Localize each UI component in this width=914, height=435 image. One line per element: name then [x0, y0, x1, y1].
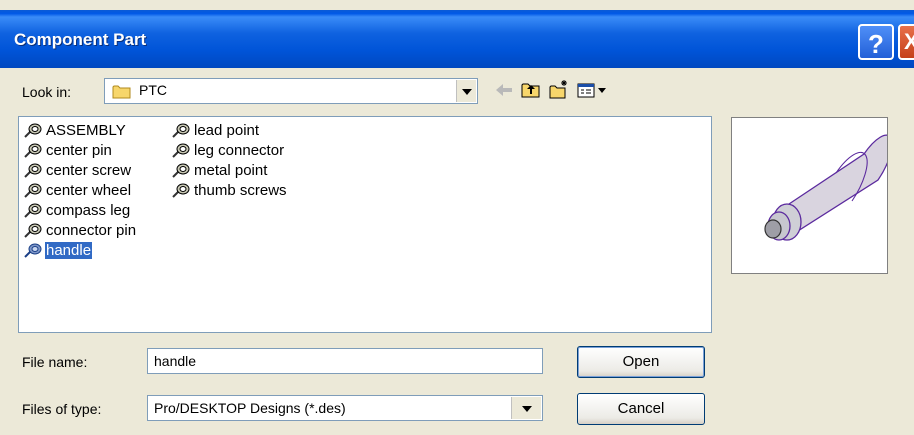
look-in-label: Look in: [22, 84, 72, 100]
part-icon [24, 223, 42, 238]
part-icon [24, 123, 42, 138]
file-item[interactable]: lead point [171, 121, 288, 141]
part-icon [172, 123, 190, 138]
file-item[interactable]: center screw [23, 161, 137, 181]
up-folder-icon[interactable] [520, 78, 542, 102]
new-folder-icon[interactable] [548, 78, 570, 102]
title-bar: Component Part ? X [0, 10, 914, 68]
window-title: Component Part [14, 30, 147, 49]
close-button[interactable]: X [898, 24, 914, 60]
handle-part-preview-image [764, 134, 893, 241]
look-in-dropdown[interactable]: PTC [104, 78, 478, 104]
file-list-column-2: lead point leg connector metal point thu… [171, 121, 288, 201]
back-arrow-icon[interactable] [492, 78, 516, 102]
help-button[interactable]: ? [858, 24, 894, 60]
file-name-input[interactable] [147, 348, 543, 374]
file-item[interactable]: compass leg [23, 201, 137, 221]
preview-pane [731, 117, 893, 274]
file-item-selected[interactable]: handle [23, 241, 137, 261]
file-item[interactable]: center wheel [23, 181, 137, 201]
file-list-column-1: ASSEMBLY center pin center screw center … [23, 121, 137, 261]
part-icon [172, 183, 190, 198]
look-in-value: PTC [139, 82, 167, 98]
file-item[interactable]: metal point [171, 161, 288, 181]
part-icon [24, 163, 42, 178]
view-menu-icon[interactable] [576, 78, 610, 102]
look-in-dropdown-arrow[interactable] [456, 80, 476, 102]
file-name-label: File name: [22, 354, 88, 370]
part-icon [24, 203, 42, 218]
help-icon: ? [868, 29, 884, 59]
file-item[interactable]: connector pin [23, 221, 137, 241]
file-item[interactable]: thumb screws [171, 181, 288, 201]
part-icon [24, 183, 42, 198]
files-of-type-dropdown[interactable]: Pro/DESKTOP Designs (*.des) [147, 395, 543, 421]
part-icon [172, 143, 190, 158]
file-item[interactable]: ASSEMBLY [23, 121, 137, 141]
files-of-type-label: Files of type: [22, 401, 102, 417]
part-icon [172, 163, 190, 178]
part-icon [24, 143, 42, 158]
folder-icon [112, 85, 131, 99]
file-item[interactable]: leg connector [171, 141, 288, 161]
cancel-button[interactable]: Cancel [577, 393, 705, 425]
file-list[interactable]: ASSEMBLY center pin center screw center … [18, 116, 712, 333]
files-of-type-dropdown-arrow[interactable] [511, 397, 541, 419]
file-item[interactable]: center pin [23, 141, 137, 161]
files-of-type-value: Pro/DESKTOP Designs (*.des) [154, 400, 346, 416]
open-button[interactable]: Open [577, 346, 705, 378]
part-icon [24, 243, 42, 258]
close-icon: X [904, 29, 914, 54]
